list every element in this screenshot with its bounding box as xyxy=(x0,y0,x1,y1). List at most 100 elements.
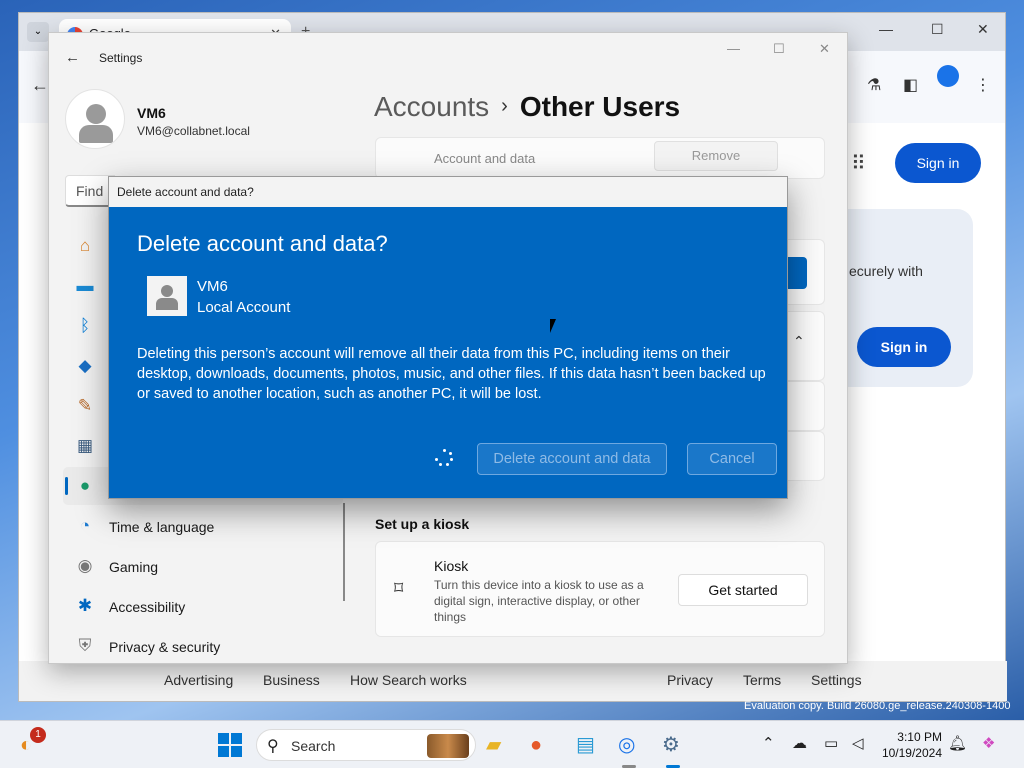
account-and-data-row: Account and data Remove xyxy=(375,137,825,179)
account-and-data-label: Account and data xyxy=(434,151,536,166)
monitor-icon: ▬ xyxy=(76,276,94,295)
chrome-icon[interactable]: ◎ xyxy=(618,733,635,757)
nav-label: Gaming xyxy=(109,559,159,575)
google-footer: Advertising Business How Search works Pr… xyxy=(19,661,1007,701)
kiosk-card: ⌑ Kiosk Turn this device into a kiosk to… xyxy=(375,541,825,637)
close-icon[interactable]: ✕ xyxy=(819,41,830,57)
wifi-icon: ◆ xyxy=(78,356,92,375)
footer-terms-link[interactable]: Terms xyxy=(743,672,781,688)
kiosk-icon: ⌑ xyxy=(394,578,404,598)
loading-spinner-icon xyxy=(435,449,453,467)
user-name: VM6 xyxy=(137,105,166,121)
delete-account-dialog: Delete account and data? Delete account … xyxy=(108,176,788,499)
nav-accessibility[interactable]: ✱ Accessibility xyxy=(75,591,335,625)
home-icon: ⌂ xyxy=(79,236,91,255)
copilot-icon[interactable]: ❖ xyxy=(982,734,995,752)
avatar-body xyxy=(156,298,178,310)
kiosk-description: Turn this device into a kiosk to use as … xyxy=(434,578,644,624)
side-panel-icon[interactable]: ◧ xyxy=(903,75,918,95)
footer-how-search-works-link[interactable]: How Search works xyxy=(350,672,467,688)
card-text: ecurely with xyxy=(849,263,923,279)
avatar-body xyxy=(79,125,113,143)
cancel-button[interactable]: Cancel xyxy=(687,443,777,475)
chevron-right-icon: › xyxy=(501,95,508,117)
mouse-cursor-icon xyxy=(550,319,562,333)
nav-active-indicator xyxy=(65,477,68,495)
speaker-muted-icon[interactable]: ◁ xyxy=(852,734,864,752)
apps-icon: ▦ xyxy=(76,436,94,455)
get-started-button[interactable]: Get started xyxy=(678,574,808,606)
tab-search-icon[interactable]: ⌄ xyxy=(27,22,49,42)
close-icon[interactable]: ✕ xyxy=(977,21,989,38)
apps-grid-icon[interactable]: ⠿ xyxy=(851,151,866,176)
chevron-up-icon[interactable]: ⌃ xyxy=(793,333,805,350)
dialog-message: Deleting this person’s account will remo… xyxy=(137,346,766,402)
notepad-icon[interactable]: ▤ xyxy=(576,733,595,757)
sign-in-button[interactable]: Sign in xyxy=(895,143,981,183)
remove-button[interactable]: Remove xyxy=(654,141,778,171)
footer-business-link[interactable]: Business xyxy=(263,672,320,688)
maximize-icon[interactable]: ☐ xyxy=(931,21,944,38)
chevron-up-icon[interactable]: ⌃ xyxy=(762,734,775,752)
person-icon: ● xyxy=(79,476,91,495)
nav-privacy-security[interactable]: ⛨ Privacy & security xyxy=(75,631,335,665)
user-email: VM6@collabnet.local xyxy=(137,124,250,138)
delete-account-button[interactable]: Delete account and data xyxy=(477,443,667,475)
kiosk-section-heading: Set up a kiosk xyxy=(375,516,470,532)
breadcrumb: Accounts › Other Users xyxy=(374,91,680,123)
accessibility-icon: ✱ xyxy=(77,596,93,615)
bluetooth-icon: ᛒ xyxy=(79,316,91,335)
settings-gear-icon[interactable]: ⚙ xyxy=(662,733,680,757)
user-avatar xyxy=(65,89,125,149)
footer-privacy-link[interactable]: Privacy xyxy=(667,672,713,688)
maximize-icon[interactable]: ☐ xyxy=(773,41,785,57)
back-arrow-icon[interactable]: ← xyxy=(65,49,80,66)
account-type: Local Account xyxy=(197,299,291,316)
sign-in-card: ecurely with Sign in xyxy=(831,209,973,387)
cloud-offline-icon[interactable]: ☁ xyxy=(792,734,807,752)
window-title: Settings xyxy=(99,51,143,65)
page-title: Other Users xyxy=(519,91,681,122)
clock-date: 10/19/2024 xyxy=(881,746,942,760)
search-label: Search xyxy=(291,738,336,754)
breadcrumb-accounts[interactable]: Accounts xyxy=(374,91,489,122)
dialog-heading: Delete account and data? xyxy=(137,231,388,256)
back-arrow-icon[interactable]: ← xyxy=(31,75,49,96)
account-avatar xyxy=(147,276,187,316)
file-explorer-icon[interactable]: ▰ xyxy=(486,733,501,757)
search-highlight-image xyxy=(427,734,469,758)
clock-time: 3:10 PM xyxy=(897,730,942,744)
system-clock[interactable]: 3:10 PM 10/19/2024 xyxy=(878,729,942,761)
profile-avatar-icon[interactable] xyxy=(937,65,959,87)
menu-dots-icon[interactable]: ⋮ xyxy=(975,75,991,95)
card-sign-in-button[interactable]: Sign in xyxy=(857,327,951,367)
avatar-head xyxy=(161,285,173,297)
avatar-head xyxy=(86,104,106,124)
nav-scrollbar[interactable] xyxy=(343,503,345,601)
search-icon: ⚲ xyxy=(267,738,279,755)
start-button[interactable] xyxy=(218,733,242,757)
network-icon[interactable]: ▭ xyxy=(824,734,838,752)
clock-globe-icon: ◔ xyxy=(79,516,91,535)
taskbar-search[interactable]: ⚲ Search xyxy=(256,729,476,761)
nav-time-language[interactable]: ◔ Time & language xyxy=(75,511,335,545)
minimize-icon[interactable]: — xyxy=(879,21,893,37)
kiosk-title: Kiosk xyxy=(434,558,469,574)
bell-icon[interactable]: 🔔︎ xyxy=(948,734,967,752)
minimize-icon[interactable]: — xyxy=(727,41,740,56)
background-blue-button[interactable] xyxy=(787,257,807,289)
footer-advertising-link[interactable]: Advertising xyxy=(164,672,233,688)
evaluation-watermark: Evaluation copy. Build 26080.ge_release.… xyxy=(744,700,1011,712)
account-name: VM6 xyxy=(197,278,228,295)
taskbar: ◐ 1 ⚲ Search ▰ ● ▤ ◎ ⚙ ⌃ ☁ ▭ ◁ 3:10 PM 1… xyxy=(0,720,1024,768)
nav-label: Privacy & security xyxy=(109,639,221,655)
firefox-icon[interactable]: ● xyxy=(530,733,542,757)
notification-badge: 1 xyxy=(30,727,46,743)
nav-gaming[interactable]: ◉ Gaming xyxy=(75,551,335,585)
brush-icon: ✎ xyxy=(77,396,93,415)
labs-flask-icon[interactable]: ⚗ xyxy=(867,75,881,95)
nav-label: Accessibility xyxy=(109,599,186,615)
shield-icon: ⛨ xyxy=(78,636,92,655)
footer-settings-link[interactable]: Settings xyxy=(811,672,862,688)
nav-label: Time & language xyxy=(109,519,215,535)
